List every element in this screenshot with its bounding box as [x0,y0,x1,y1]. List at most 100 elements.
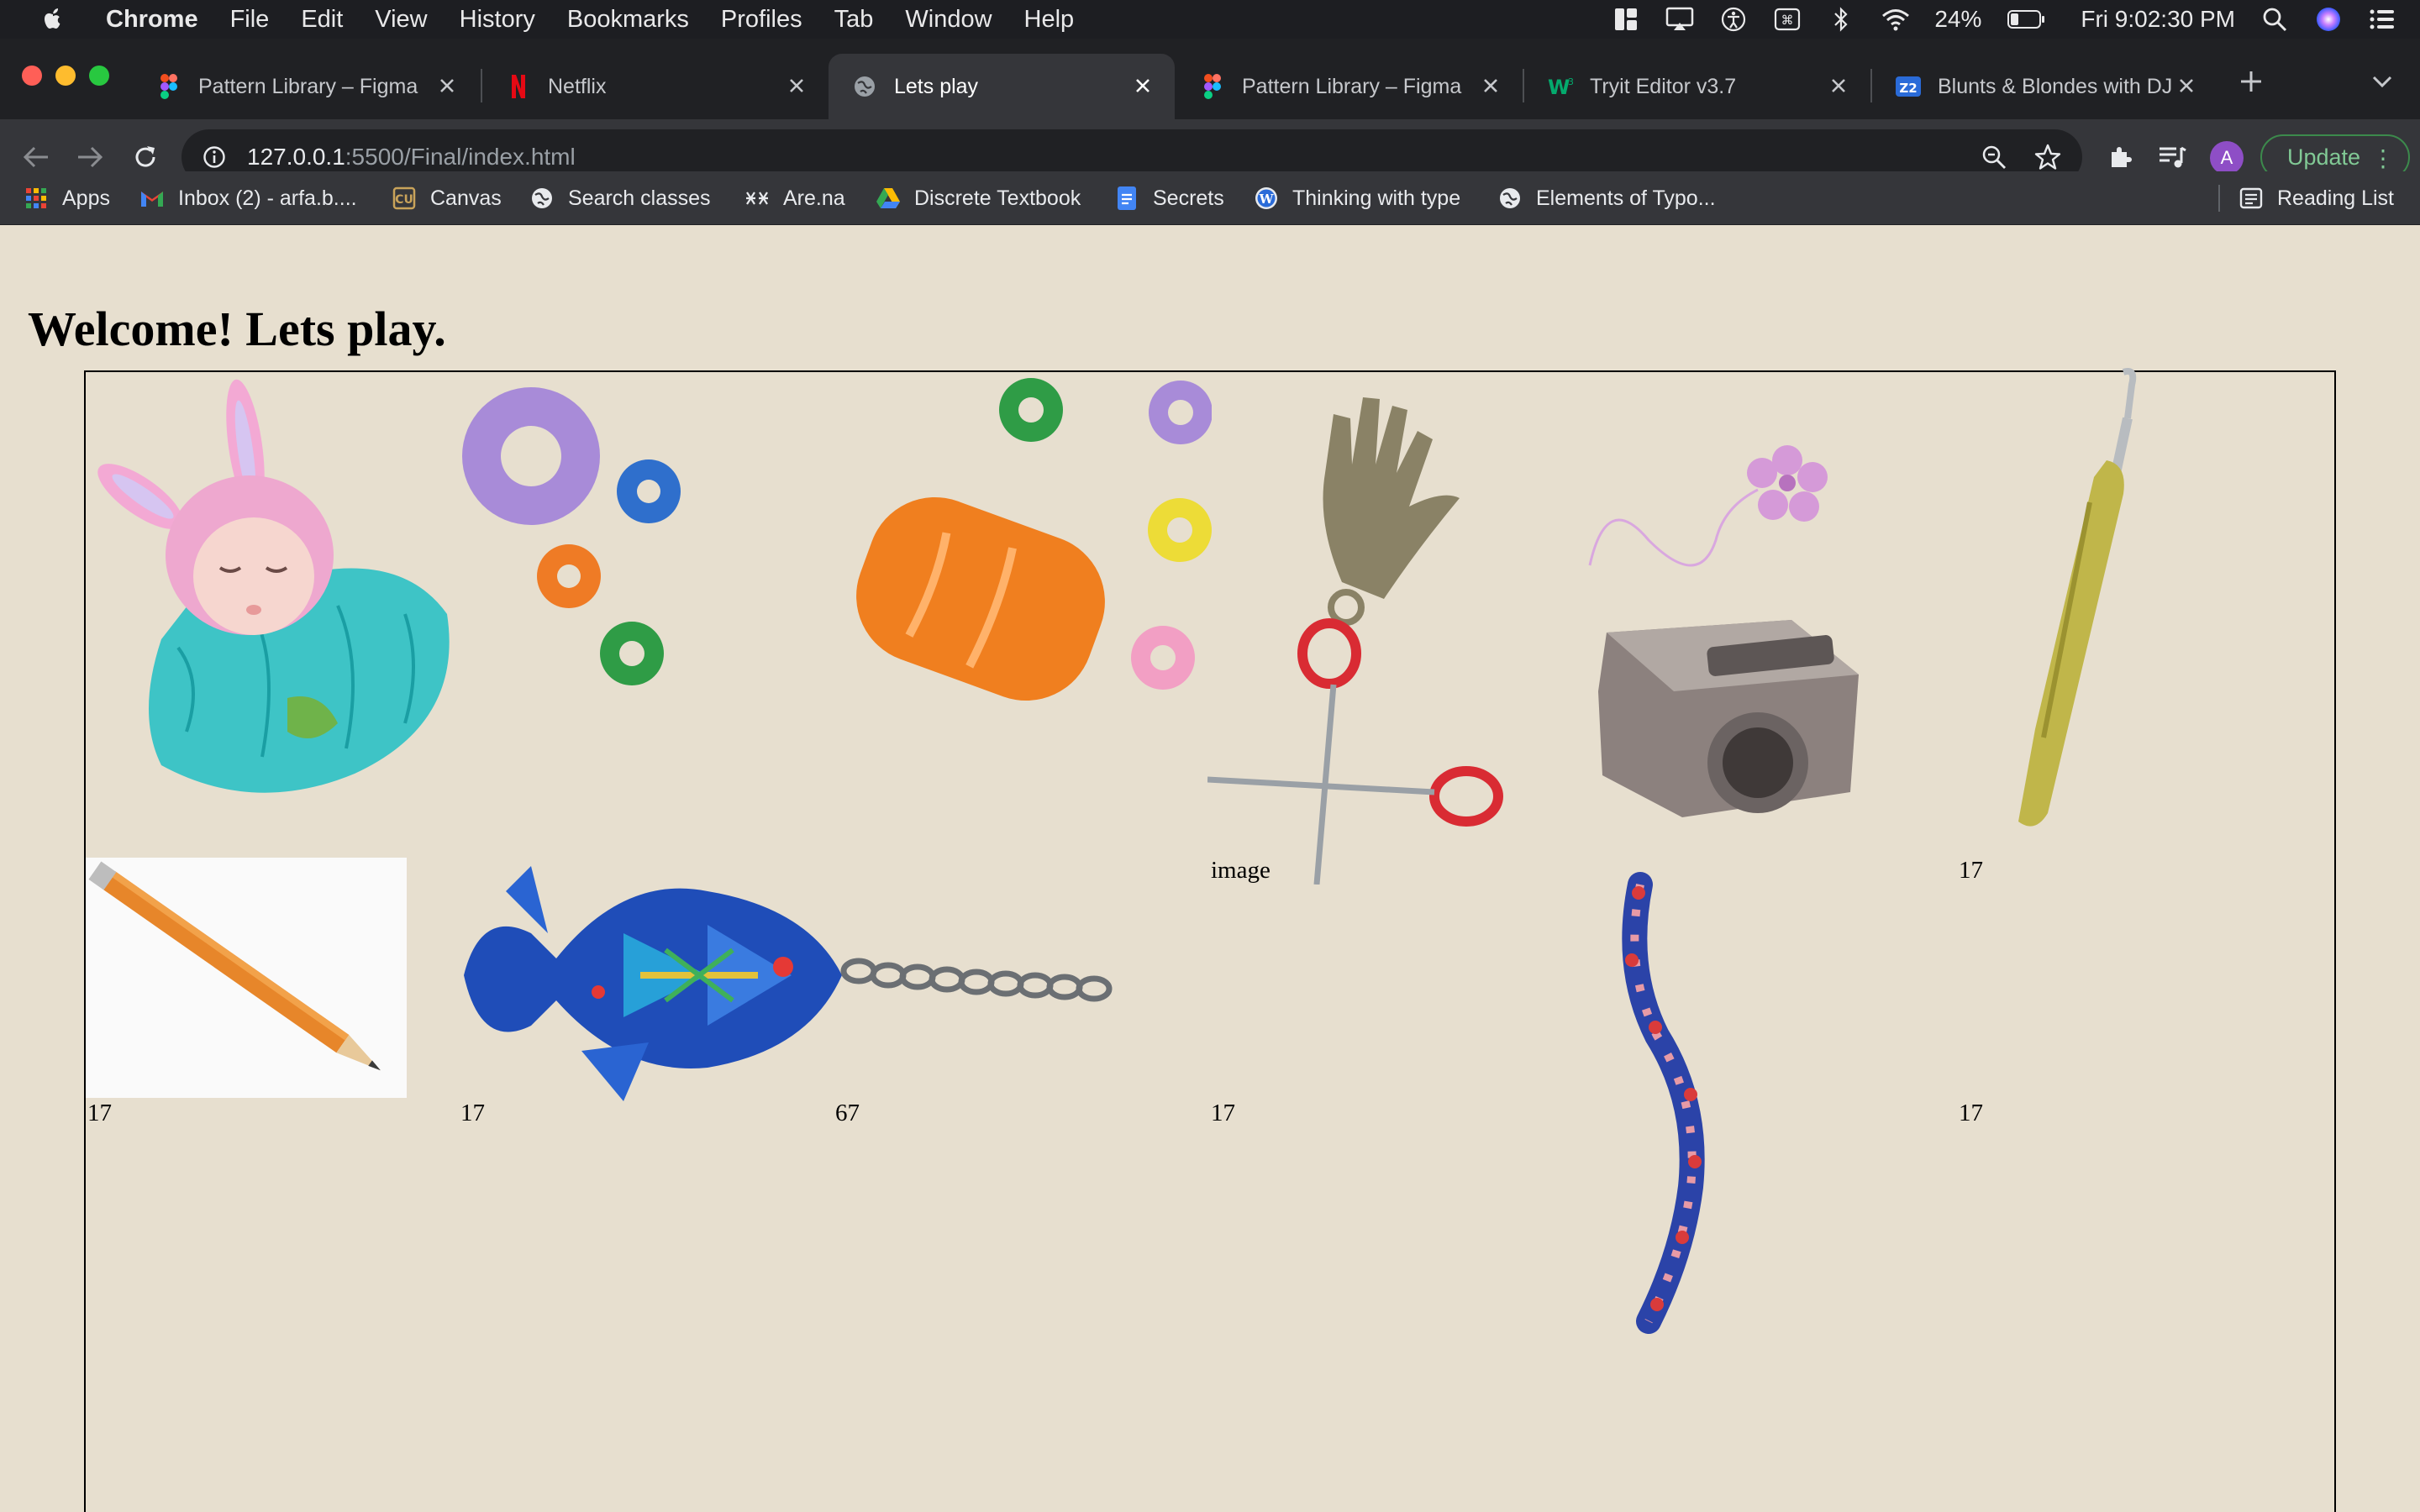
bookmark-discrete-textbook[interactable]: Discrete Textbook [876,183,1081,213]
tab-close-icon[interactable] [1825,72,1852,99]
reading-list-label: Reading List [2277,186,2394,210]
url-path: :5500/Final/index.html [345,144,576,170]
bookmark-apps[interactable]: Apps [24,183,110,213]
profile-avatar[interactable]: A [2210,141,2244,175]
bookmark-star-icon[interactable] [2033,143,2062,171]
drive-icon [876,186,901,211]
tab-pattern-library-2[interactable]: Pattern Library – Figma [1176,54,1523,119]
crochet-hook-image[interactable] [2002,368,2170,855]
canvas-icon: CU [392,186,417,211]
fish-right-caption: 67 [835,1100,860,1126]
tab-blunts-blondes[interactable]: Z2 Blunts & Blondes with DJ [1872,54,2218,119]
svg-text:Z2: Z2 [1899,81,1917,96]
keyboard-command-icon[interactable]: ⌘ [1773,5,1802,34]
bookmark-canvas[interactable]: CU Canvas [392,183,502,213]
bookmark-label: Inbox (2) - arfa.b.... [178,186,357,210]
reading-list-icon [2238,186,2264,211]
arena-icon [744,186,770,211]
wifi-icon[interactable] [1881,5,1910,34]
site-info-icon[interactable] [202,144,227,170]
tab-close-icon[interactable] [1477,72,1504,99]
globe-icon [529,186,555,211]
tab-netflix[interactable]: Netflix [482,54,829,119]
tab-close-icon[interactable] [434,72,460,99]
netflix-icon [506,74,531,99]
tab-close-icon[interactable] [2173,72,2200,99]
menu-app-name[interactable]: Chrome [106,6,198,34]
bookmark-secrets[interactable]: Secrets [1114,183,1224,213]
tab-search-chevron-icon[interactable] [2365,64,2400,99]
accessibility-icon[interactable] [1719,5,1748,34]
pencil-caption: 17 [87,1100,112,1126]
bookmark-search-classes[interactable]: Search classes [529,183,711,213]
bookmark-thinking-with-type[interactable]: W Thinking with type [1254,183,1460,213]
menu-help[interactable]: Help [1024,6,1075,34]
update-label: Update [2287,144,2361,170]
bookmark-label: Discrete Textbook [914,186,1081,210]
figma-icon [156,74,182,99]
tab-tryit-editor[interactable]: W3 Tryit Editor v3.7 [1524,54,1870,119]
tab-pattern-library-1[interactable]: Pattern Library – Figma [133,54,479,119]
chrome-menu-kebab-icon[interactable]: ⋮ [2371,144,2395,172]
play-area: image 17 17 17 67 17 17 [84,368,2336,1512]
airplay-icon[interactable] [1665,5,1694,34]
bluetooth-icon[interactable] [1827,5,1855,34]
tab-title: Pattern Library – Figma [1242,74,1462,98]
bookmark-gmail-inbox[interactable]: Inbox (2) - arfa.b.... [139,183,357,213]
menu-window[interactable]: Window [905,6,992,34]
tab-lets-play[interactable]: Lets play [829,54,1175,119]
pencil-sharpener-image[interactable] [1581,439,1892,843]
globe-icon [852,74,877,99]
battery-icon[interactable] [2007,5,2047,34]
menu-edit[interactable]: Edit [301,6,343,34]
tab-close-icon[interactable] [1129,72,1156,99]
bookmark-arena[interactable]: Are.na [744,183,845,213]
beaded-fish-keychain-image[interactable] [455,858,1119,1101]
apps-grid-icon [24,186,49,211]
tab-title: Pattern Library – Figma [198,74,418,98]
menu-profiles[interactable]: Profiles [721,6,802,34]
menu-history[interactable]: History [460,6,535,34]
new-tab-button[interactable] [2233,64,2269,99]
page-heading: Welcome! Lets play. [28,302,446,356]
svg-text:⌘: ⌘ [1781,13,1794,28]
battery-percent: 24% [1934,6,1982,32]
window-minimize-button[interactable] [55,66,76,86]
svg-text:CU: CU [395,193,413,207]
menu-view[interactable]: View [375,6,427,34]
menu-tab[interactable]: Tab [834,6,874,34]
reading-list-button[interactable]: Reading List [2238,183,2394,213]
apple-icon[interactable] [30,0,76,39]
scissors-caption: image [1211,857,1270,884]
docs-icon [1114,186,1139,211]
z2-icon: Z2 [1896,74,1921,99]
spotlight-search-icon[interactable] [2260,5,2289,34]
beads-image[interactable] [455,372,1212,742]
pencil-image[interactable] [86,858,407,1098]
gmail-icon [139,186,165,211]
menu-bookmarks[interactable]: Bookmarks [567,6,689,34]
web-page: Welcome! Lets play. image 17 17 17 67 17… [0,225,2420,1512]
menu-file[interactable]: File [230,6,270,34]
wordpress-icon: W [1254,186,1279,211]
window-zoom-button[interactable] [89,66,109,86]
zoom-icon[interactable] [1980,143,2008,171]
bunny-doll-image[interactable] [86,362,472,799]
window-close-button[interactable] [22,66,42,86]
url-host: 127.0.0.1 [247,144,345,170]
bookmark-label: Thinking with type [1292,186,1461,210]
bookmark-elements-of-typo[interactable]: Elements of Typo... [1497,183,1716,213]
svg-text:W: W [1259,192,1275,207]
tab-title: Blunts & Blondes with DJ [1938,74,2173,98]
beaded-string-image[interactable] [1598,868,1758,1338]
globe-icon [1497,186,1523,211]
macos-menubar: Chrome File Edit View History Bookmarks … [0,0,2420,39]
control-center-icon[interactable] [2368,5,2396,34]
siri-icon[interactable] [2314,5,2343,34]
bookmark-label: Elements of Typo... [1536,186,1716,210]
menubar-clock[interactable]: Fri 9:02:30 PM [2081,6,2235,33]
window-layout-icon[interactable] [1612,5,1640,34]
tab-close-icon[interactable] [783,72,810,99]
tab-title: Tryit Editor v3.7 [1590,74,1737,98]
hand-charm-scissors-image[interactable] [1207,381,1544,885]
